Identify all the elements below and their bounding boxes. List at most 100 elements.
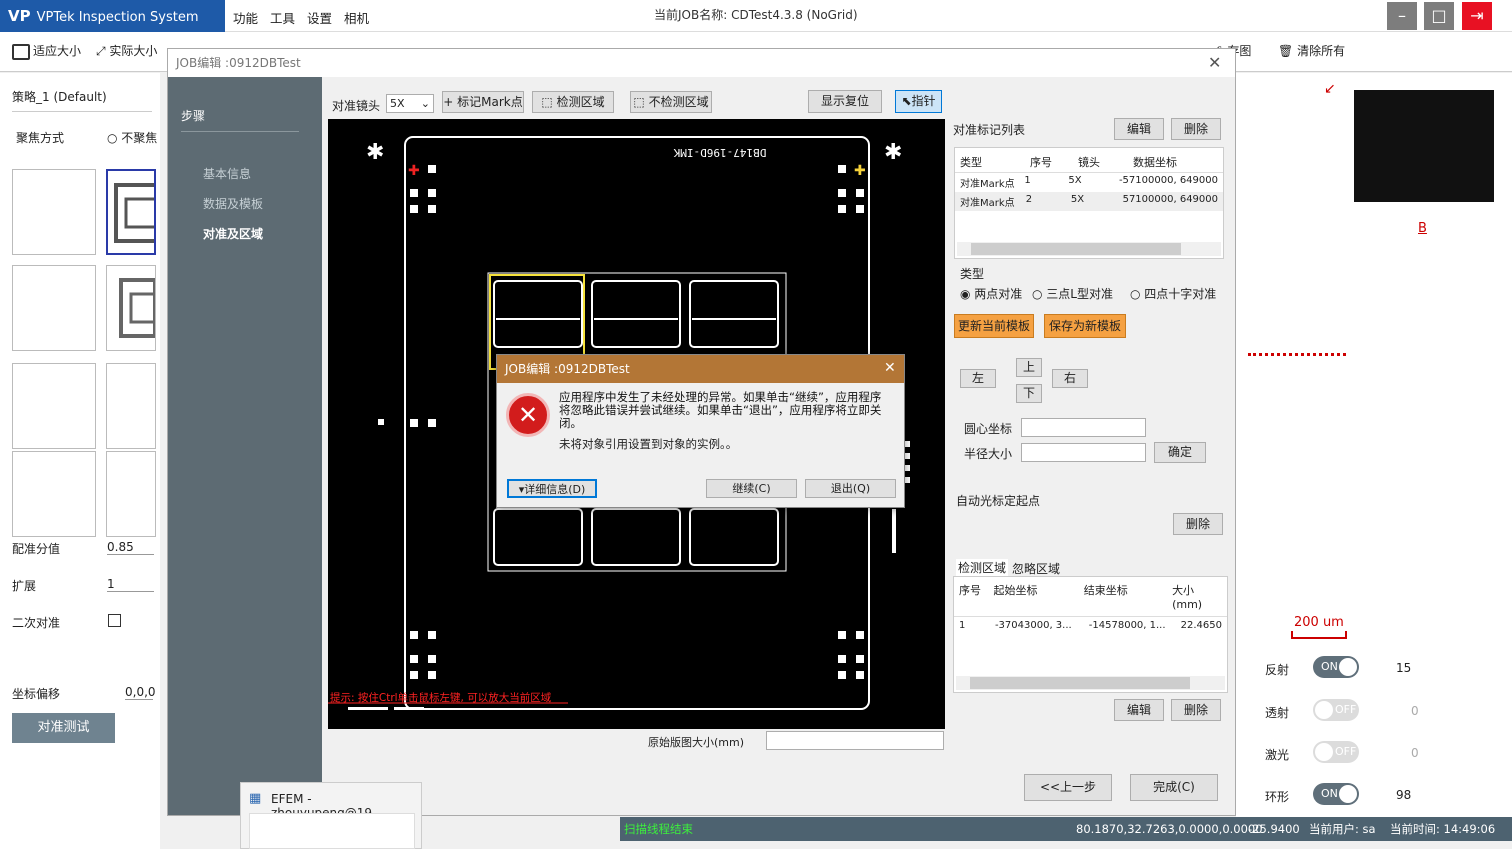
template-thumb[interactable] [12,451,96,537]
error-detail-message: 未将对象引用设置到对象的实例。。 [559,437,738,451]
template-thumb-selected[interactable] [106,169,156,255]
transmit-value[interactable]: 0 [1411,704,1419,718]
match-score-input[interactable]: 0.85 [107,540,154,555]
layout-label: DB147-196D-IMK [673,146,766,159]
area-edit-button[interactable]: 编辑 [1114,699,1164,721]
move-right-button[interactable]: 右 [1052,369,1088,388]
menu-settings[interactable]: 设置 [307,8,332,27]
current-time: 当前时间: 14:49:06 [1390,822,1496,836]
ring-toggle[interactable]: ON [1313,783,1359,805]
menu-function[interactable]: 功能 [233,8,258,27]
template-thumb[interactable] [106,451,156,537]
exit-button[interactable]: ⇥ [1462,2,1492,30]
mark-delete-button[interactable]: 删除 [1171,118,1221,140]
offset-input[interactable]: 0,0,0 [125,685,156,700]
confirm-button[interactable]: 确定 [1154,442,1206,463]
move-left-button[interactable]: 左 [960,369,996,388]
coords-readout: 80.1870,32.7263,0.0000,0.0000 [1076,822,1263,836]
mark-edit-button[interactable]: 编辑 [1114,118,1164,140]
save-new-template-button[interactable]: 保存为新模板 [1044,314,1126,338]
mark-point-button[interactable]: + 标记Mark点 [442,91,524,113]
quit-button[interactable]: 退出(Q) [805,479,896,498]
auto-cursor-delete-button[interactable]: 删除 [1173,513,1223,535]
inspect-area-button[interactable]: ⬚ 检测区域 [532,91,614,113]
collapse-icon[interactable]: ↙ [1324,81,1336,97]
auto-cursor-label: 自动光标定起点 [956,494,1041,508]
second-align-checkbox[interactable] [108,614,121,627]
reflect-toggle[interactable]: ON [1313,656,1359,678]
prev-step-button[interactable]: <<上一步 [1024,774,1112,801]
mark-list-label: 对准标记列表 [953,123,1026,137]
strategy-select[interactable]: 策略_1 (Default) [12,88,152,112]
steps-title: 步骤 [181,109,206,123]
finish-button[interactable]: 完成(C) [1130,774,1218,801]
offset-label: 坐标偏移 [12,687,61,701]
reset-view-button[interactable]: 显示复位 [808,90,882,113]
menu-camera[interactable]: 相机 [344,8,369,27]
details-button[interactable]: ▾详细信息(D) [507,479,597,498]
status-bar: 扫描线程结束 80.1870,32.7263,0.0000,0.0000 -25… [620,817,1512,841]
current-job-title: 当前JOB名称: CDTest4.3.8 (NoGrid) [654,8,858,22]
template-thumb[interactable] [12,363,96,449]
align-test-button[interactable]: 对准测试 [12,713,115,743]
template-thumb[interactable] [106,265,156,351]
lens-label: 对准镜头 [332,99,381,113]
b-link[interactable]: B [1418,221,1427,236]
minimize-button[interactable]: – [1387,2,1417,30]
maximize-button[interactable]: □ [1424,2,1454,30]
step-align-area[interactable]: 对准及区域 [203,225,263,242]
reflect-label: 反射 [1265,663,1290,677]
template-thumb[interactable] [12,265,96,351]
step-basic-info[interactable]: 基本信息 [203,165,251,182]
scale-label: 200 um [1294,615,1344,630]
template-thumb[interactable] [12,169,96,255]
three-point-radio[interactable]: ○ 三点L型对准 [1032,285,1113,302]
pointer-button[interactable]: ⬉指针 [895,90,942,113]
area-delete-button[interactable]: 删除 [1171,699,1221,721]
continue-button[interactable]: 继续(C) [706,479,797,498]
no-focus-radio[interactable]: ○ 不聚焦 [107,129,157,146]
move-down-button[interactable]: 下 [1016,384,1042,403]
clear-all-button[interactable]: 🗑 清除所有 [1278,42,1345,59]
laser-toggle[interactable]: OFF [1313,741,1359,763]
fit-size-button[interactable]: 适应大小 [12,42,81,60]
actual-size-button[interactable]: ⤢ 实际大小 [96,42,157,59]
ring-value[interactable]: 98 [1396,788,1411,802]
expand-icon: ⤢ [96,44,110,58]
efem-taskbar-preview[interactable]: ▦ EFEM - zhouyupeng@19... [240,782,422,849]
no-inspect-area-button[interactable]: ⬚ 不检测区域 [630,91,712,113]
error-close-icon[interactable]: ✕ [884,360,896,376]
dialog-close-icon[interactable]: ✕ [1208,53,1221,72]
table-row[interactable]: 1 -37043000, 3... -14578000, 1... 22.4650 [954,617,1227,634]
area-table: 序号 起始坐标 结束坐标 大小(mm) 1 -37043000, 3... -145780… [953,576,1228,693]
tab-ignore-area[interactable]: 忽略区域 [1012,560,1060,577]
transmit-label: 透射 [1265,706,1290,720]
expand-input[interactable]: 1 [107,577,154,592]
two-point-radio[interactable]: ◉ 两点对准 [960,285,1022,302]
radius-input[interactable] [1021,443,1146,462]
original-size-label: 原始版图大小(mm) [648,736,745,749]
original-size-field[interactable] [766,731,944,750]
template-thumb[interactable] [106,363,156,449]
move-up-button[interactable]: 上 [1016,358,1042,377]
menu-tools[interactable]: 工具 [270,8,295,27]
laser-value[interactable]: 0 [1411,746,1419,760]
mark-point-1-icon: ✚ [408,163,420,179]
app-logo: VPVPTek Inspection System 1.0.0.0 [0,0,225,57]
svg-text:✱: ✱ [884,140,902,165]
step-data-template[interactable]: 数据及模板 [203,195,263,212]
match-score-label: 配准分值 [12,542,61,556]
transmit-toggle[interactable]: OFF [1313,699,1359,721]
reflect-value[interactable]: 15 [1396,661,1411,675]
cursor-icon: ⬉ [901,94,912,108]
lens-select[interactable]: 5X ⌄ [386,94,434,113]
update-template-button[interactable]: 更新当前模板 [954,314,1034,338]
table-row[interactable]: 对准Mark点 1 5X -57100000, 649000 [955,173,1223,192]
four-point-radio[interactable]: ○ 四点十字对准 [1130,285,1216,302]
horizontal-scrollbar[interactable] [957,242,1221,256]
center-input[interactable] [1021,418,1146,437]
horizontal-scrollbar[interactable] [956,676,1225,690]
ring-label: 环形 [1265,790,1290,804]
table-row[interactable]: 对准Mark点 2 5X 57100000, 649000 [955,192,1223,211]
scale-bar [1291,631,1347,639]
